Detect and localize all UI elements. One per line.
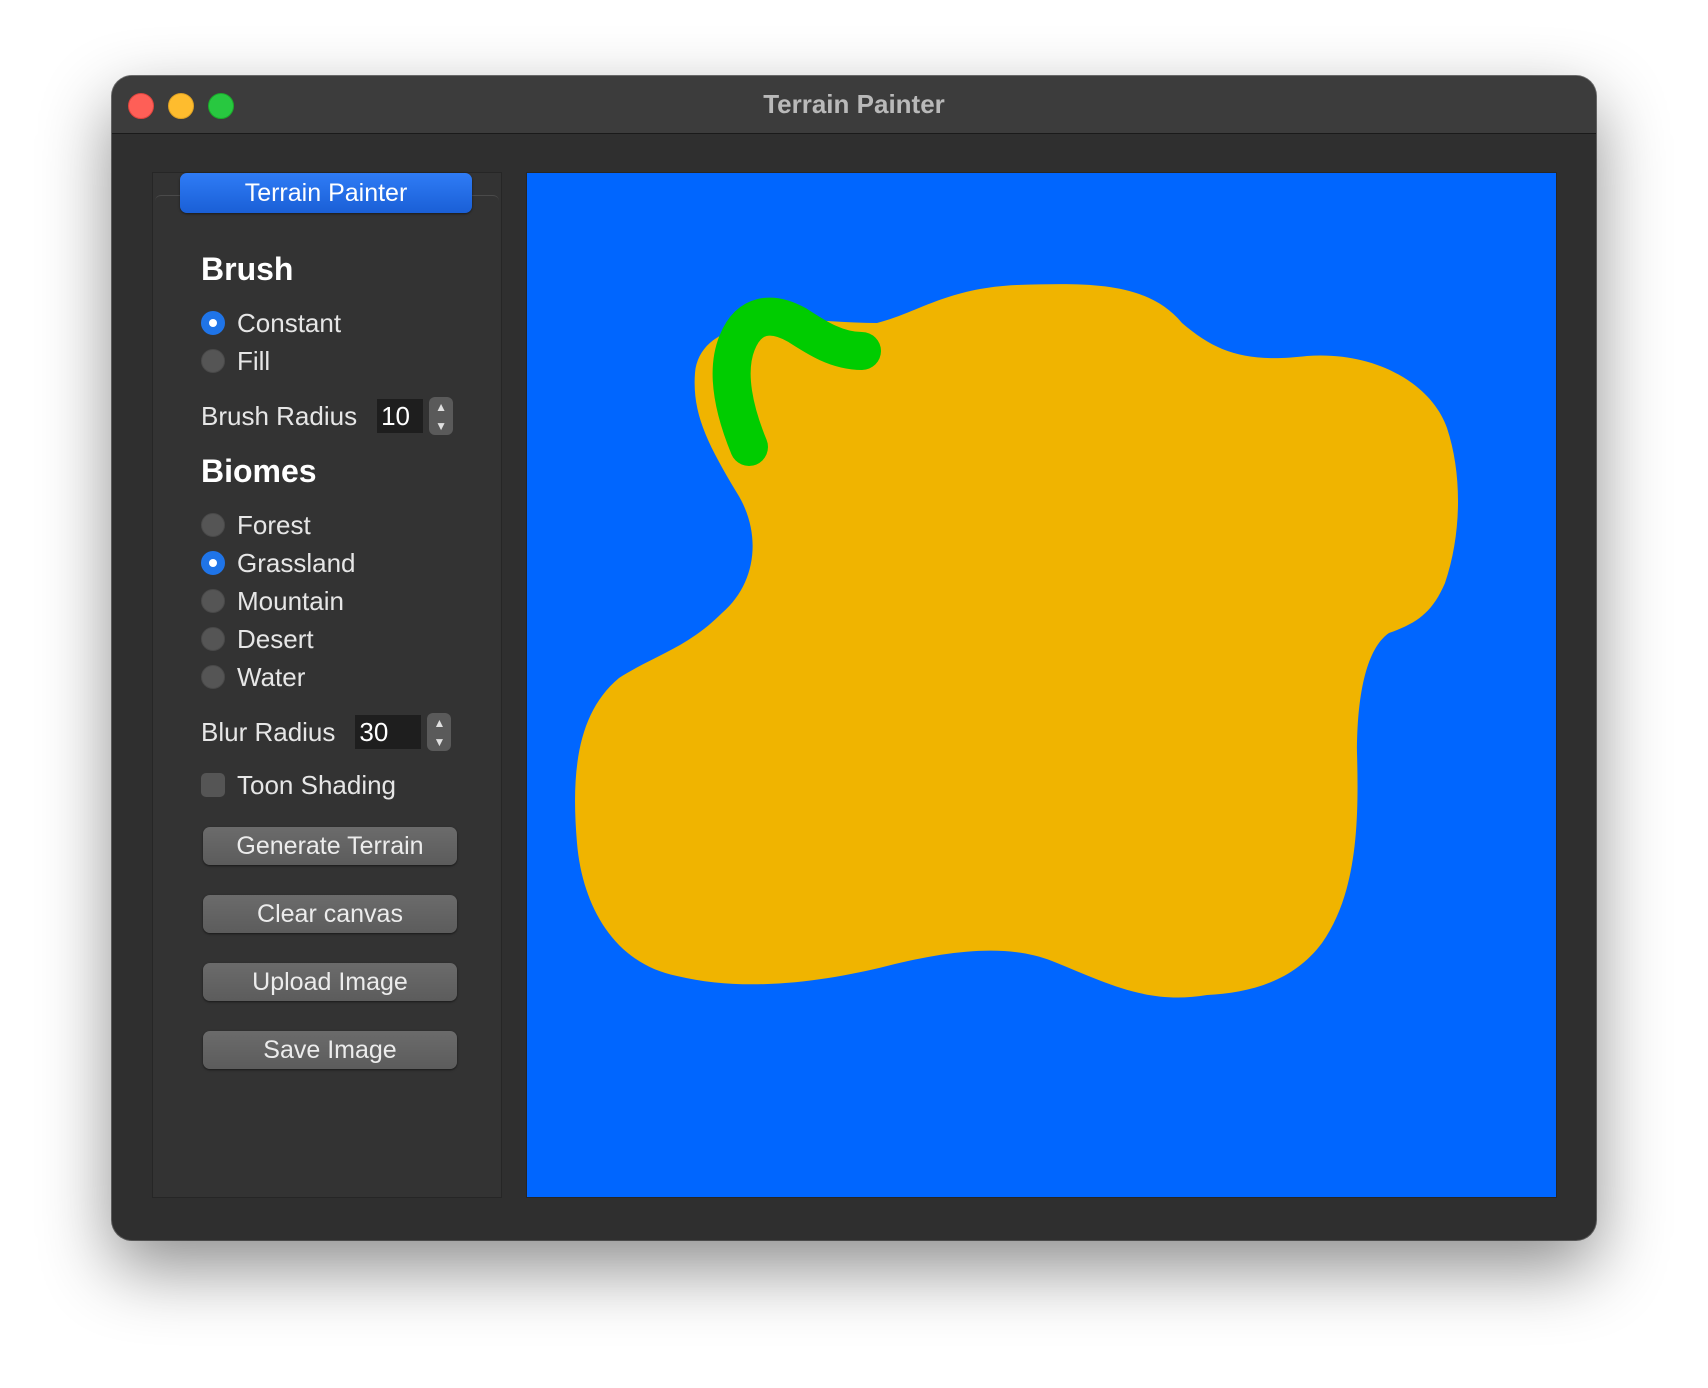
radio-label: Water [237,661,306,692]
generate-terrain-button[interactable]: Generate Terrain [203,827,457,865]
chevron-down-icon[interactable]: ▼ [433,736,445,748]
radio-button[interactable] [201,589,225,613]
blur-radius-row: Blur Radius ▲ ▼ [201,713,452,751]
biome-desert[interactable]: Desert [201,623,314,655]
radio-label: Desert [237,623,314,654]
terrain-canvas[interactable] [526,172,1557,1198]
toon-shading-label: Toon Shading [237,769,397,800]
radio-button[interactable] [201,311,225,335]
upload-image-button[interactable]: Upload Image [203,963,457,1001]
brush-mode-fill[interactable]: Fill [201,345,270,377]
radio-button[interactable] [201,665,225,689]
app-window: Terrain Painter Terrain Painter Brush Co… [112,76,1596,1240]
toon-shading-checkbox[interactable] [201,773,225,797]
biome-forest[interactable]: Forest [201,509,311,541]
chevron-down-icon[interactable]: ▼ [435,420,447,432]
brush-mode-constant[interactable]: Constant [201,307,341,339]
blur-radius-stepper[interactable]: ▲ ▼ [427,713,452,751]
radio-button[interactable] [201,349,225,373]
blur-radius-input[interactable] [355,715,422,749]
radio-label: Constant [237,307,342,338]
radio-label: Fill [237,345,271,376]
chevron-up-icon[interactable]: ▲ [433,717,445,729]
chevron-up-icon[interactable]: ▲ [435,401,447,413]
terrain-drawing[interactable] [527,173,1556,1197]
brush-radius-label: Brush Radius [201,400,358,431]
radio-button[interactable] [201,551,225,575]
radio-label: Mountain [237,585,344,616]
radio-label: Grassland [237,547,356,578]
panel-tab-terrain-painter[interactable]: Terrain Painter [180,173,472,213]
biomes-heading: Biomes [201,453,317,489]
clear-canvas-button[interactable]: Clear canvas [203,895,457,933]
biome-mountain[interactable]: Mountain [201,585,344,617]
blur-radius-label: Blur Radius [201,716,336,747]
toon-shading-row[interactable]: Toon Shading [201,769,396,801]
brush-radius-stepper[interactable]: ▲ ▼ [429,397,454,435]
title-bar[interactable]: Terrain Painter [112,76,1596,134]
brush-radius-row: Brush Radius ▲ ▼ [201,397,454,435]
save-image-button[interactable]: Save Image [203,1031,457,1069]
control-panel: Terrain Painter Brush Constant Fill Brus… [152,172,502,1198]
radio-button[interactable] [201,513,225,537]
brush-heading: Brush [201,251,294,287]
biome-water[interactable]: Water [201,661,305,693]
radio-button[interactable] [201,627,225,651]
window-title: Terrain Painter [763,89,945,119]
radio-label: Forest [237,509,311,540]
brush-radius-input[interactable] [377,399,424,433]
biome-grassland[interactable]: Grassland [201,547,356,579]
desert-landmass [575,284,1459,998]
